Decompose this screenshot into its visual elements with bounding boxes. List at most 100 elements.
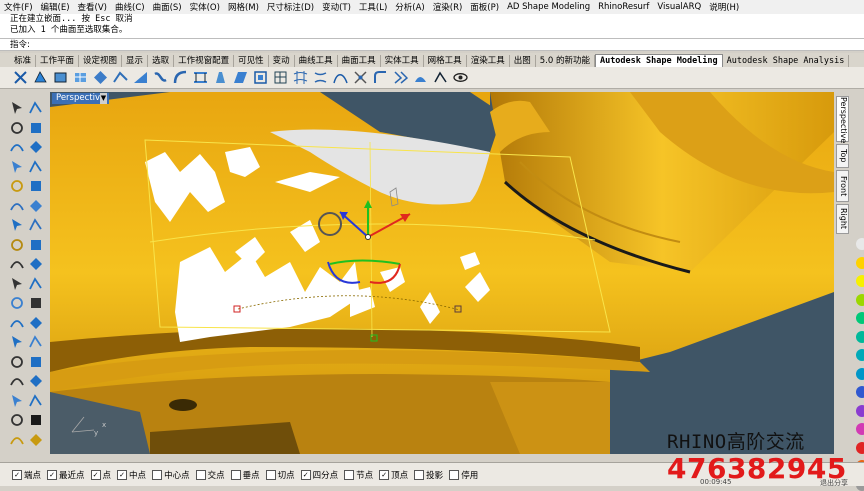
menu-item[interactable]: RhinoResurf bbox=[594, 2, 653, 12]
project-icon[interactable] bbox=[28, 354, 44, 370]
extrude-icon[interactable] bbox=[9, 217, 25, 233]
osnap-checkbox[interactable]: ✓ bbox=[117, 469, 128, 480]
menu-item[interactable]: 渲染(R) bbox=[429, 1, 467, 13]
curve-icon[interactable] bbox=[28, 120, 44, 136]
view-tab-perspective[interactable]: Perspective bbox=[836, 96, 849, 143]
menu-item[interactable]: 实体(O) bbox=[186, 1, 224, 13]
circle-icon[interactable] bbox=[9, 139, 25, 155]
osnap-checkbox[interactable]: ✓ bbox=[12, 469, 22, 480]
shaded-icon[interactable] bbox=[412, 69, 429, 86]
osnap-option[interactable]: 投影 bbox=[414, 469, 443, 481]
menu-item[interactable]: 变动(T) bbox=[318, 1, 355, 13]
status-share[interactable]: 退出分享 bbox=[820, 478, 848, 488]
toolbar-tab[interactable]: 变动 bbox=[269, 55, 295, 67]
color-swatch[interactable] bbox=[856, 423, 864, 435]
osnap-option[interactable]: ✓ 四分点 bbox=[300, 469, 338, 481]
toolbar-tab[interactable]: 出图 bbox=[510, 55, 536, 67]
color-swatch[interactable] bbox=[856, 441, 864, 454]
surface-icon[interactable] bbox=[28, 217, 44, 233]
menu-item[interactable]: 曲线(C) bbox=[111, 1, 149, 13]
toolbar-tab[interactable]: 显示 bbox=[122, 55, 149, 67]
osnap-option[interactable]: 中心点 bbox=[152, 469, 190, 481]
toolbar-tab[interactable]: 标准 bbox=[10, 55, 37, 67]
wireframe-icon[interactable] bbox=[272, 69, 289, 86]
match-icon[interactable] bbox=[392, 69, 409, 86]
select-icon[interactable] bbox=[9, 100, 25, 116]
analysis-icon[interactable] bbox=[432, 69, 449, 86]
split-icon[interactable] bbox=[28, 256, 44, 272]
arc-icon[interactable] bbox=[28, 139, 44, 155]
layer-icon[interactable] bbox=[9, 432, 25, 448]
osnap-option[interactable]: 交点 bbox=[195, 469, 225, 481]
menu-item[interactable]: 文件(F) bbox=[0, 1, 37, 13]
menu-item[interactable]: 查看(V) bbox=[74, 1, 111, 13]
osnap-option[interactable]: ✓ 中点 bbox=[117, 469, 146, 481]
menu-item[interactable]: 尺寸标注(D) bbox=[263, 1, 318, 13]
move-icon[interactable] bbox=[9, 315, 25, 331]
osnap-checkbox[interactable] bbox=[195, 469, 206, 480]
fillet-icon[interactable] bbox=[372, 69, 389, 86]
menu-item[interactable]: 分析(A) bbox=[391, 1, 428, 13]
box-icon[interactable] bbox=[9, 198, 25, 214]
blend-icon[interactable] bbox=[112, 69, 129, 86]
color-swatch[interactable] bbox=[856, 312, 864, 324]
color-swatch[interactable] bbox=[856, 330, 864, 343]
diamond-icon[interactable] bbox=[92, 69, 109, 86]
menu-item[interactable]: 编辑(E) bbox=[37, 1, 74, 13]
perspective-viewport[interactable]: Perspective ▼ y x bbox=[50, 92, 834, 454]
osnap-option[interactable]: ✓ 最近点 bbox=[47, 469, 85, 481]
view-tab-front[interactable]: Front bbox=[836, 170, 849, 202]
toolbar-tab[interactable]: 曲线工具 bbox=[295, 55, 338, 67]
osnap-option[interactable]: 切点 bbox=[265, 469, 295, 481]
mesh-icon[interactable] bbox=[9, 393, 25, 409]
surface-box-icon[interactable] bbox=[52, 69, 69, 86]
gumball-move-icon[interactable] bbox=[12, 69, 29, 86]
osnap-option[interactable]: ✓ 端点 bbox=[12, 469, 41, 481]
stretch-icon[interactable] bbox=[192, 69, 209, 86]
osnap-option[interactable]: ✓ 点 bbox=[90, 469, 111, 481]
scale-icon[interactable] bbox=[9, 334, 25, 350]
rotate-icon[interactable] bbox=[28, 315, 44, 331]
point-icon[interactable] bbox=[28, 100, 44, 116]
osnap-checkbox[interactable]: ✓ bbox=[300, 469, 311, 480]
cage-icon[interactable] bbox=[252, 69, 269, 86]
loft-icon[interactable] bbox=[312, 69, 329, 86]
surface-grid-icon[interactable] bbox=[72, 69, 89, 86]
offset-icon[interactable] bbox=[9, 354, 25, 370]
osnap-checkbox[interactable]: ✓ bbox=[47, 469, 58, 480]
color-swatch[interactable] bbox=[856, 349, 864, 361]
taper-icon[interactable] bbox=[212, 69, 229, 86]
edit-points-icon[interactable] bbox=[9, 237, 25, 253]
view-tab-right[interactable]: Right bbox=[836, 204, 849, 234]
polyline-icon[interactable] bbox=[9, 120, 25, 136]
osnap-checkbox[interactable]: ✓ bbox=[90, 469, 101, 480]
toolbar-tab[interactable]: 渲染工具 bbox=[467, 55, 510, 67]
osnap-checkbox[interactable] bbox=[152, 469, 163, 480]
osnap-checkbox[interactable] bbox=[265, 469, 276, 480]
shear-icon[interactable] bbox=[232, 69, 249, 86]
array-icon[interactable] bbox=[28, 295, 44, 311]
toolbar-tab[interactable]: 工作平面 bbox=[36, 55, 80, 67]
boolean-icon[interactable] bbox=[9, 256, 25, 272]
osnap-option[interactable]: 停用 bbox=[449, 469, 478, 481]
curve-network-icon[interactable] bbox=[332, 69, 349, 86]
color-swatch[interactable] bbox=[856, 238, 864, 250]
osnap-option[interactable]: 垂点 bbox=[230, 469, 260, 481]
menu-item[interactable]: 曲面(S) bbox=[149, 1, 186, 13]
rectangle-icon[interactable] bbox=[9, 159, 25, 175]
osnap-checkbox[interactable] bbox=[414, 469, 425, 480]
toolbar-tab[interactable]: 工作视窗配置 bbox=[174, 55, 235, 67]
menu-item[interactable]: 面板(P) bbox=[466, 1, 503, 13]
menu-item[interactable]: 说明(H) bbox=[705, 1, 743, 13]
render-icon[interactable] bbox=[28, 393, 44, 409]
bend-icon[interactable] bbox=[172, 69, 189, 86]
toolbar-tab[interactable]: 5.0 的新功能 bbox=[536, 55, 595, 67]
menu-item[interactable]: 工具(L) bbox=[355, 1, 391, 13]
toolbar-tab[interactable]: 可见性 bbox=[234, 55, 269, 67]
twist-icon[interactable] bbox=[152, 69, 169, 86]
toolbar-tab[interactable]: Autodesk Shape Modeling bbox=[594, 54, 723, 67]
toolbar-tab[interactable]: 设定视图 bbox=[79, 55, 123, 67]
osnap-checkbox[interactable]: ✓ bbox=[379, 469, 390, 480]
light-icon[interactable] bbox=[28, 432, 44, 448]
fillet-icon[interactable] bbox=[28, 237, 44, 253]
